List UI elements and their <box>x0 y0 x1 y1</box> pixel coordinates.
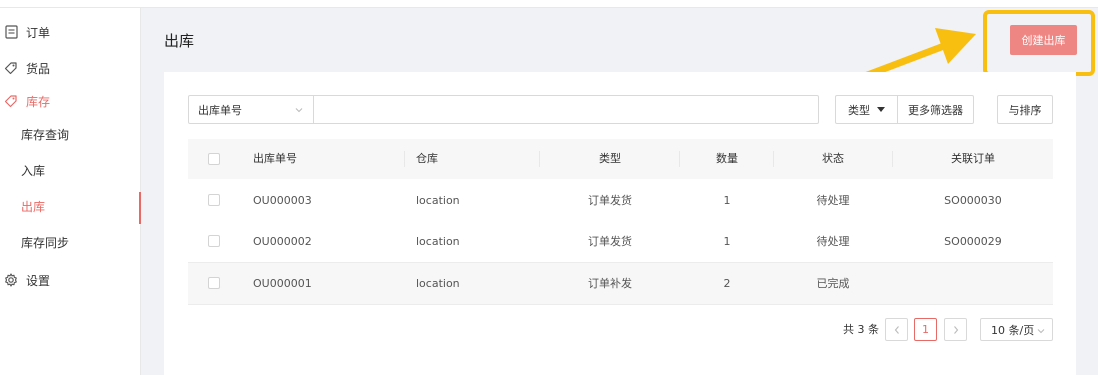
column-header[interactable]: 仓库 <box>416 139 438 179</box>
next-page-button[interactable] <box>944 318 967 341</box>
select-all-checkbox[interactable] <box>208 153 220 165</box>
quantity: 1 <box>723 194 731 207</box>
table-row[interactable]: OU000003 location 订单发货 1 待处理 SO000030 <box>188 180 1053 222</box>
receipt-icon <box>3 24 19 40</box>
page-size-select[interactable]: 10 条/页 <box>980 318 1053 341</box>
page-number-button[interactable]: 1 <box>914 318 937 341</box>
sidebar-subitem-inbound[interactable]: 入库 <box>21 161 45 181</box>
table-row[interactable]: OU000002 location 订单发货 1 待处理 SO000029 <box>188 221 1053 263</box>
quantity: 1 <box>723 235 731 248</box>
gear-icon <box>3 272 19 288</box>
create-outbound-button[interactable]: 创建出库 <box>1010 25 1077 55</box>
tag-icon <box>3 93 19 109</box>
column-header[interactable]: 出库单号 <box>253 139 297 179</box>
sidebar-subitem-stock-sync[interactable]: 库存同步 <box>21 233 69 253</box>
search-input[interactable] <box>313 95 819 124</box>
sidebar-item-settings[interactable]: 设置 <box>0 268 50 292</box>
sidebar-subitem-outbound[interactable]: 出库 <box>21 197 45 217</box>
outbound-type: 订单发货 <box>588 194 632 207</box>
outbound-id: OU000003 <box>253 194 312 207</box>
warehouse: location <box>416 277 460 290</box>
related-order <box>893 263 1053 304</box>
sidebar-item-inventory[interactable]: 库存 <box>0 89 50 113</box>
sidebar-item-label: 订单 <box>26 25 51 40</box>
column-header[interactable]: 关联订单 <box>893 139 1053 179</box>
chevron-down-icon <box>1036 326 1046 339</box>
sidebar-item-label: 设置 <box>26 273 51 288</box>
prev-page-button[interactable] <box>885 318 908 341</box>
column-header[interactable]: 数量 <box>680 139 774 179</box>
related-order: SO000029 <box>944 235 1002 248</box>
outbound-id: OU000002 <box>253 235 312 248</box>
caret-down-icon <box>877 107 885 112</box>
warehouse: location <box>416 194 460 207</box>
sidebar-item-goods[interactable]: 货品 <box>0 56 50 80</box>
type-filter-button[interactable]: 类型 <box>835 95 898 124</box>
outbound-type: 订单发货 <box>588 235 632 248</box>
sort-button[interactable]: 与排序 <box>997 95 1053 124</box>
select-value: 出库单号 <box>198 103 242 117</box>
row-checkbox[interactable] <box>208 277 220 289</box>
table-row[interactable]: OU000001 location 订单补发 2 已完成 <box>188 263 1053 305</box>
top-bar <box>0 0 1098 8</box>
column-header[interactable]: 类型 <box>540 139 680 179</box>
sidebar-item-orders[interactable]: 订单 <box>0 20 50 44</box>
page-title: 出库 <box>164 32 195 50</box>
more-filters-button[interactable]: 更多筛选器 <box>897 95 974 124</box>
chevron-left-icon <box>894 325 899 334</box>
status: 已完成 <box>816 277 850 290</box>
row-checkbox[interactable] <box>208 194 220 206</box>
sidebar-item-label: 库存 <box>26 94 51 109</box>
column-header[interactable]: 状态 <box>774 139 892 179</box>
active-indicator <box>139 192 141 224</box>
outbound-id: OU000001 <box>253 277 312 290</box>
page-size-value: 10 条/页 <box>991 323 1035 337</box>
status: 待处理 <box>816 235 850 248</box>
pagination-total: 共 3 条 <box>843 323 879 336</box>
tag-icon <box>3 60 19 76</box>
quantity: 2 <box>723 277 731 290</box>
status: 待处理 <box>816 194 850 207</box>
row-checkbox[interactable] <box>208 235 220 247</box>
outbound-type: 订单补发 <box>588 277 632 290</box>
search-field-select[interactable]: 出库单号 <box>188 95 314 124</box>
table-header: 出库单号 仓库 类型 数量 状态 关联订单 <box>188 139 1053 179</box>
chevron-right-icon <box>953 325 958 334</box>
column-divider <box>404 151 405 167</box>
sidebar-subitem-stock-query[interactable]: 库存查询 <box>21 125 69 145</box>
chevron-down-icon <box>294 105 304 118</box>
sidebar-item-label: 货品 <box>26 61 51 76</box>
warehouse: location <box>416 235 460 248</box>
type-filter-label: 类型 <box>848 103 870 117</box>
related-order: SO000030 <box>944 194 1002 207</box>
